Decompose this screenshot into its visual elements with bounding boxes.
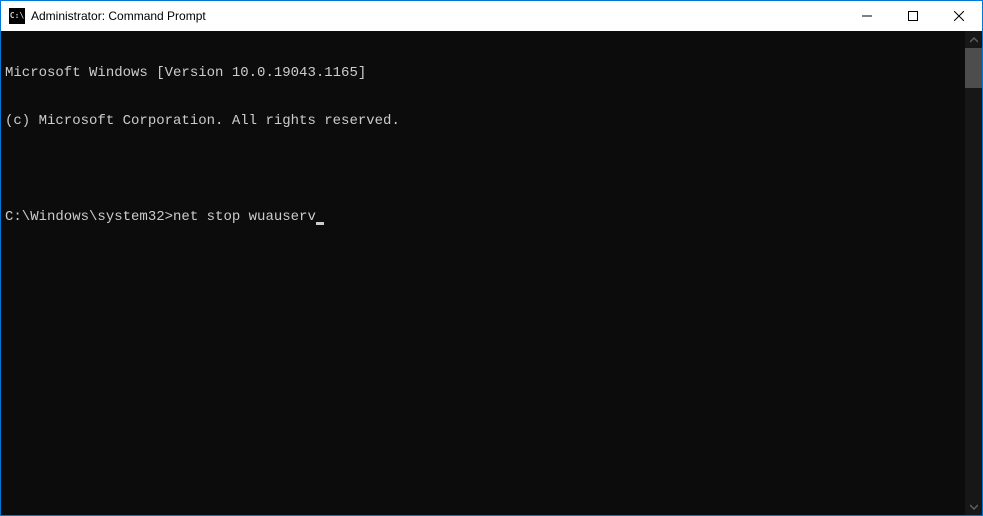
close-button[interactable]	[936, 1, 982, 31]
terminal-prompt-line: C:\Windows\system32>net stop wuauserv	[5, 209, 965, 225]
window-title: Administrator: Command Prompt	[31, 9, 844, 23]
terminal-line: Microsoft Windows [Version 10.0.19043.11…	[5, 65, 965, 81]
minimize-icon	[862, 11, 872, 21]
minimize-button[interactable]	[844, 1, 890, 31]
app-icon-text: C:\	[10, 12, 24, 20]
scrollbar-down-button[interactable]	[965, 498, 982, 515]
command-prompt-window: C:\ Administrator: Command Prompt	[0, 0, 983, 516]
scrollbar-up-button[interactable]	[965, 31, 982, 48]
terminal-line	[5, 161, 965, 177]
scrollbar-track[interactable]	[965, 48, 982, 498]
maximize-icon	[908, 11, 918, 21]
titlebar[interactable]: C:\ Administrator: Command Prompt	[1, 1, 982, 31]
app-icon: C:\	[9, 8, 25, 24]
vertical-scrollbar[interactable]	[965, 31, 982, 515]
command-input[interactable]: net stop wuauserv	[173, 209, 316, 225]
chevron-up-icon	[970, 36, 978, 44]
close-icon	[954, 11, 964, 21]
terminal-line: (c) Microsoft Corporation. All rights re…	[5, 113, 965, 129]
maximize-button[interactable]	[890, 1, 936, 31]
terminal[interactable]: Microsoft Windows [Version 10.0.19043.11…	[1, 31, 965, 515]
scrollbar-thumb[interactable]	[965, 48, 982, 88]
chevron-down-icon	[970, 503, 978, 511]
cursor	[316, 222, 324, 225]
terminal-area: Microsoft Windows [Version 10.0.19043.11…	[1, 31, 982, 515]
prompt: C:\Windows\system32>	[5, 209, 173, 225]
window-controls	[844, 1, 982, 31]
